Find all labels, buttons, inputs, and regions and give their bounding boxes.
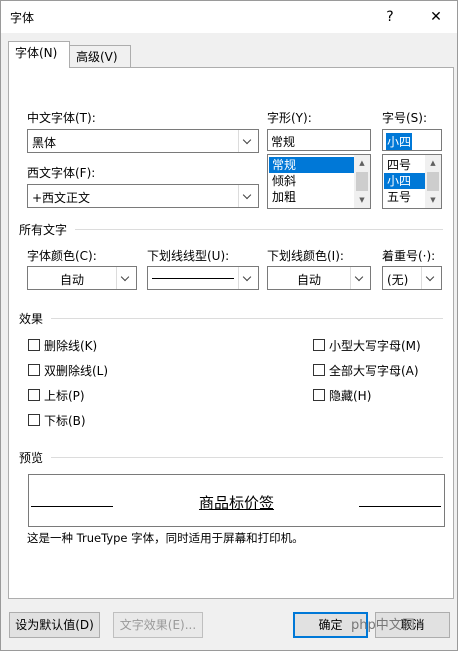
chevron-down-icon[interactable]	[238, 185, 258, 207]
chevron-down-icon[interactable]	[421, 267, 441, 289]
list-item[interactable]: 小四	[384, 173, 425, 189]
list-item[interactable]: 倾斜	[269, 173, 354, 189]
font-color-combo[interactable]: 自动	[27, 266, 137, 290]
all-caps-checkbox[interactable]	[313, 364, 325, 376]
section-divider	[51, 318, 443, 319]
text-effects-button[interactable]: 文字效果(E)...	[113, 612, 203, 638]
underline-color-label: 下划线颜色(I):	[267, 249, 344, 263]
double-strikethrough-label[interactable]: 双删除线(L)	[44, 362, 108, 379]
small-caps-checkbox[interactable]	[313, 339, 325, 351]
scroll-up-icon[interactable]: ▲	[425, 155, 441, 171]
hidden-label[interactable]: 隐藏(H)	[329, 387, 371, 404]
preview-baseline-right	[359, 506, 441, 507]
chevron-down-icon[interactable]	[350, 267, 370, 289]
underline-color-value: 自动	[296, 273, 321, 287]
dialog-title: 字体	[10, 11, 35, 25]
emphasis-value: (无)	[387, 273, 409, 287]
chevron-down-icon[interactable]	[116, 267, 136, 289]
section-divider	[51, 457, 443, 458]
scroll-thumb[interactable]	[427, 172, 439, 191]
chinese-font-combo[interactable]: 黑体	[27, 129, 259, 153]
emphasis-label: 着重号(·):	[382, 249, 436, 263]
effects-section-label: 效果	[19, 312, 44, 326]
subscript-label[interactable]: 下标(B)	[44, 412, 86, 429]
style-scrollbar[interactable]: ▲ ▼	[354, 155, 370, 208]
font-color-value: 自动	[59, 273, 84, 287]
scroll-down-icon[interactable]: ▼	[425, 192, 441, 208]
small-caps-label[interactable]: 小型大写字母(M)	[329, 337, 421, 354]
western-font-label: 西文字体(F):	[27, 166, 96, 180]
size-listbox[interactable]: 四号 小四 五号 ▲ ▼	[382, 154, 442, 209]
chevron-down-icon[interactable]	[238, 267, 258, 289]
font-dialog: 字体 ? ✕ 字体(N) 高级(V) 中文字体(T): 黑体 西文字体(F): …	[0, 0, 458, 651]
underline-color-combo[interactable]: 自动	[267, 266, 371, 290]
list-item[interactable]: 四号	[384, 157, 425, 173]
watermark: php中文网	[351, 618, 415, 633]
all-caps-label[interactable]: 全部大写字母(A)	[329, 362, 419, 379]
close-button[interactable]: ✕	[421, 5, 451, 29]
chinese-font-label: 中文字体(T):	[27, 111, 96, 125]
superscript-checkbox[interactable]	[28, 389, 40, 401]
western-font-value: +西文正文	[32, 191, 91, 205]
preview-section-label: 预览	[19, 451, 44, 465]
subscript-checkbox[interactable]	[28, 414, 40, 426]
size-input[interactable]: 小四	[382, 129, 442, 151]
size-value: 小四	[386, 133, 413, 150]
set-default-button[interactable]: 设为默认值(D)	[9, 612, 100, 638]
size-scrollbar[interactable]: ▲ ▼	[425, 155, 441, 208]
emphasis-combo[interactable]: (无)	[382, 266, 442, 290]
superscript-label[interactable]: 上标(P)	[44, 387, 85, 404]
font-color-label: 字体颜色(C):	[27, 249, 97, 263]
strikethrough-label[interactable]: 删除线(K)	[44, 337, 97, 354]
style-value: 常规	[271, 135, 296, 149]
preview-sample-text: 商品标价签	[198, 494, 274, 512]
tab-font[interactable]: 字体(N)	[8, 41, 70, 68]
chinese-font-value: 黑体	[32, 136, 57, 150]
hidden-checkbox[interactable]	[313, 389, 325, 401]
list-item[interactable]: 加粗	[269, 189, 354, 205]
preview-note: 这是一种 TrueType 字体，同时适用于屏幕和打印机。	[27, 531, 304, 545]
title-bar: 字体 ? ✕	[1, 1, 457, 33]
scroll-down-icon[interactable]: ▼	[354, 192, 370, 208]
list-item[interactable]: 常规	[269, 157, 354, 173]
list-item[interactable]: 五号	[384, 189, 425, 205]
scroll-up-icon[interactable]: ▲	[354, 155, 370, 171]
font-tab-panel: 中文字体(T): 黑体 西文字体(F): +西文正文 字形(Y): 常规 常规 …	[8, 67, 454, 599]
tab-advanced[interactable]: 高级(V)	[69, 45, 131, 68]
style-listbox[interactable]: 常规 倾斜 加粗 ▲ ▼	[267, 154, 371, 209]
help-button[interactable]: ?	[375, 5, 405, 29]
underline-style-label: 下划线线型(U):	[147, 249, 230, 263]
western-font-combo[interactable]: +西文正文	[27, 184, 259, 208]
preview-box: 商品标价签	[28, 474, 445, 527]
all-text-section-label: 所有文字	[19, 223, 68, 237]
strikethrough-checkbox[interactable]	[28, 339, 40, 351]
style-label: 字形(Y):	[267, 111, 312, 125]
style-input[interactable]: 常规	[267, 129, 371, 151]
underline-style-combo[interactable]	[147, 266, 259, 290]
underline-style-sample	[152, 278, 234, 279]
scroll-thumb[interactable]	[356, 172, 368, 191]
section-divider	[75, 229, 443, 230]
double-strikethrough-checkbox[interactable]	[28, 364, 40, 376]
chevron-down-icon[interactable]	[238, 130, 258, 152]
size-label: 字号(S):	[382, 111, 428, 125]
